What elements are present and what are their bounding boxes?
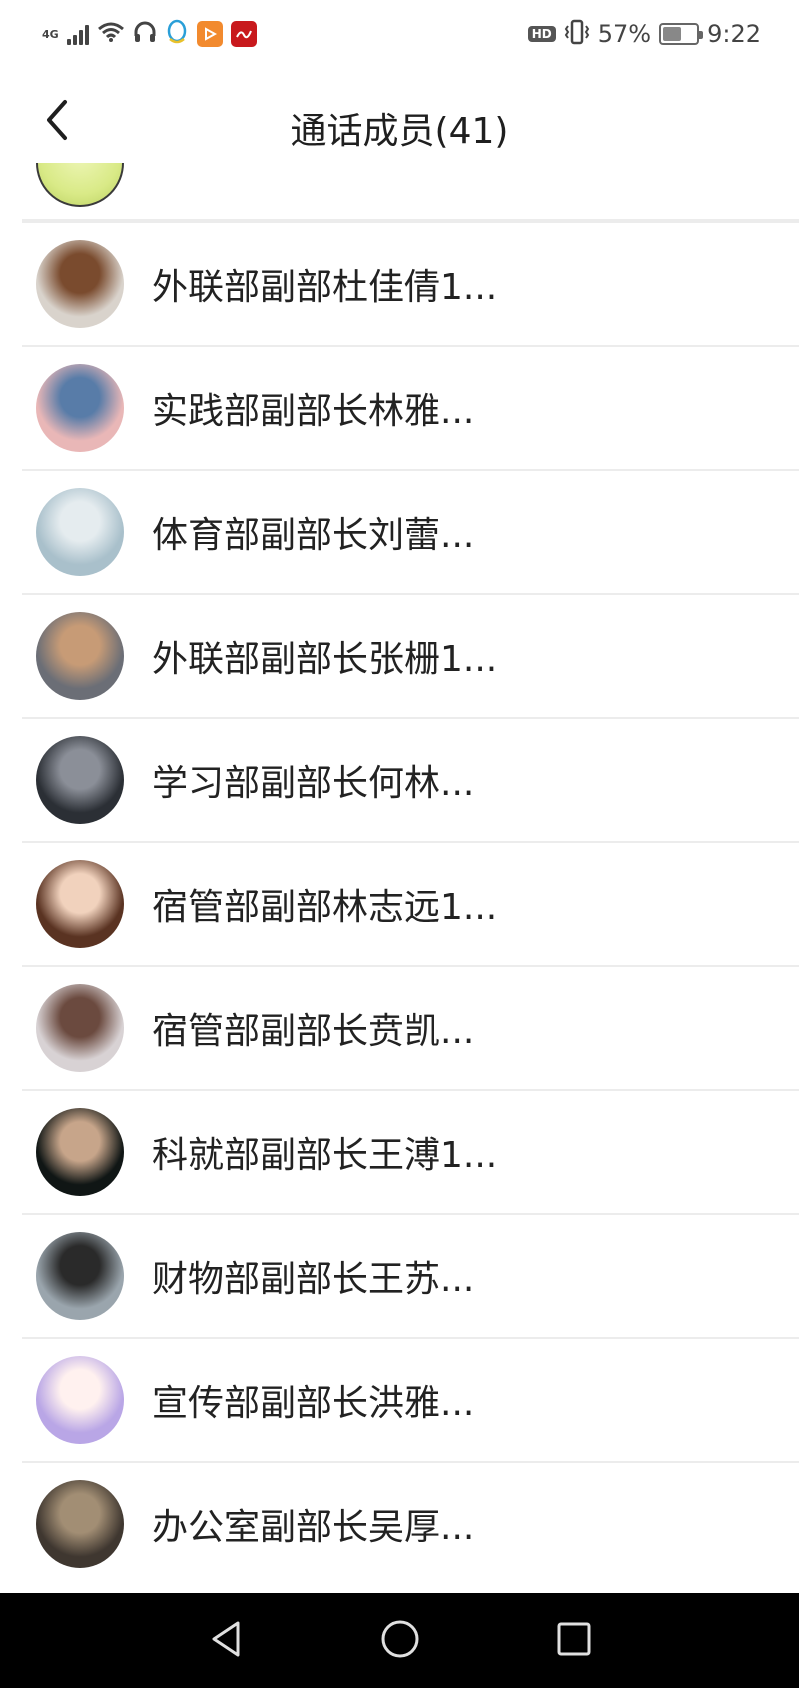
member-name: 体育部副部长刘蕾... [152, 515, 475, 556]
list-item[interactable]: 办公室副部长吴厚... [22, 1461, 799, 1585]
list-item[interactable]: 外联部副部长张栅1... [22, 593, 799, 717]
member-name: 宿管部副部长贲凯... [152, 1011, 475, 1052]
member-name: 办公室副部长吴厚... [152, 1507, 475, 1548]
home-circle-icon [380, 1619, 420, 1663]
video-app-icon [196, 21, 223, 47]
status-left: 4G [42, 16, 257, 52]
wifi-icon [97, 21, 125, 47]
signal-icon [66, 23, 89, 45]
avatar [36, 364, 124, 452]
nav-recents-button[interactable] [546, 1613, 602, 1669]
nav-back-button[interactable] [198, 1613, 254, 1669]
avatar [36, 736, 124, 824]
list-item[interactable]: 外联部副部杜佳倩1... [22, 221, 799, 345]
nav-home-button[interactable] [372, 1613, 428, 1669]
member-name: 宣传部副部长洪雅... [152, 1383, 475, 1424]
avatar [36, 488, 124, 576]
member-name: 学习部副部长何林... [152, 763, 475, 804]
navigation-bar [0, 1593, 799, 1688]
title-bar: 通话成员(41) [0, 70, 799, 175]
list-item-partial[interactable] [22, 163, 799, 221]
list-item[interactable]: 宿管部副部长贲凯... [22, 965, 799, 1089]
member-name: 宿管部副部林志远1... [152, 887, 498, 928]
list-item[interactable]: 实践部副部长林雅... [22, 345, 799, 469]
member-name: 实践部副部长林雅... [152, 391, 475, 432]
headphones-icon [133, 20, 157, 48]
battery-percent: 57% [597, 20, 652, 48]
hd-badge: HD [527, 26, 556, 42]
list-item[interactable]: 宣传部副部长洪雅... [22, 1337, 799, 1461]
clock: 9:22 [707, 20, 761, 48]
back-triangle-icon [206, 1619, 246, 1663]
avatar [36, 1356, 124, 1444]
avatar [36, 612, 124, 700]
list-item[interactable]: 宿管部副部林志远1... [22, 841, 799, 965]
member-name: 外联部副部杜佳倩1... [152, 267, 498, 308]
page-title: 通话成员(41) [290, 111, 509, 152]
status-right: HD 57% 9:22 [527, 16, 761, 52]
avatar [36, 1108, 124, 1196]
list-item[interactable]: 科就部副部长王溥1... [22, 1089, 799, 1213]
network-type: 4G [42, 27, 59, 41]
battery-level [663, 27, 682, 41]
list-item[interactable]: 财物部副部长王苏... [22, 1213, 799, 1337]
list-item[interactable]: 学习部副部长何林... [22, 717, 799, 841]
avatar [36, 1480, 124, 1568]
avatar [36, 984, 124, 1072]
qq-icon [165, 19, 189, 49]
member-name: 科就部副部长王溥1... [152, 1135, 498, 1176]
avatar [36, 163, 124, 207]
list-item[interactable]: 体育部副部长刘蕾... [22, 469, 799, 593]
member-name: 财物部副部长王苏... [152, 1259, 475, 1300]
recents-square-icon [554, 1619, 594, 1663]
battery-icon [659, 23, 704, 45]
avatar [36, 860, 124, 948]
member-name: 外联部副部长张栅1... [152, 639, 498, 680]
news-app-icon [230, 21, 257, 47]
avatar [36, 1232, 124, 1320]
vibrate-icon [564, 19, 590, 49]
status-bar: 4G HD 57% 9:22 [0, 0, 799, 70]
member-list[interactable]: 外联部副部杜佳倩1... 实践部副部长林雅... 体育部副部长刘蕾... 外联部副部长… [22, 163, 799, 1593]
avatar [36, 240, 124, 328]
